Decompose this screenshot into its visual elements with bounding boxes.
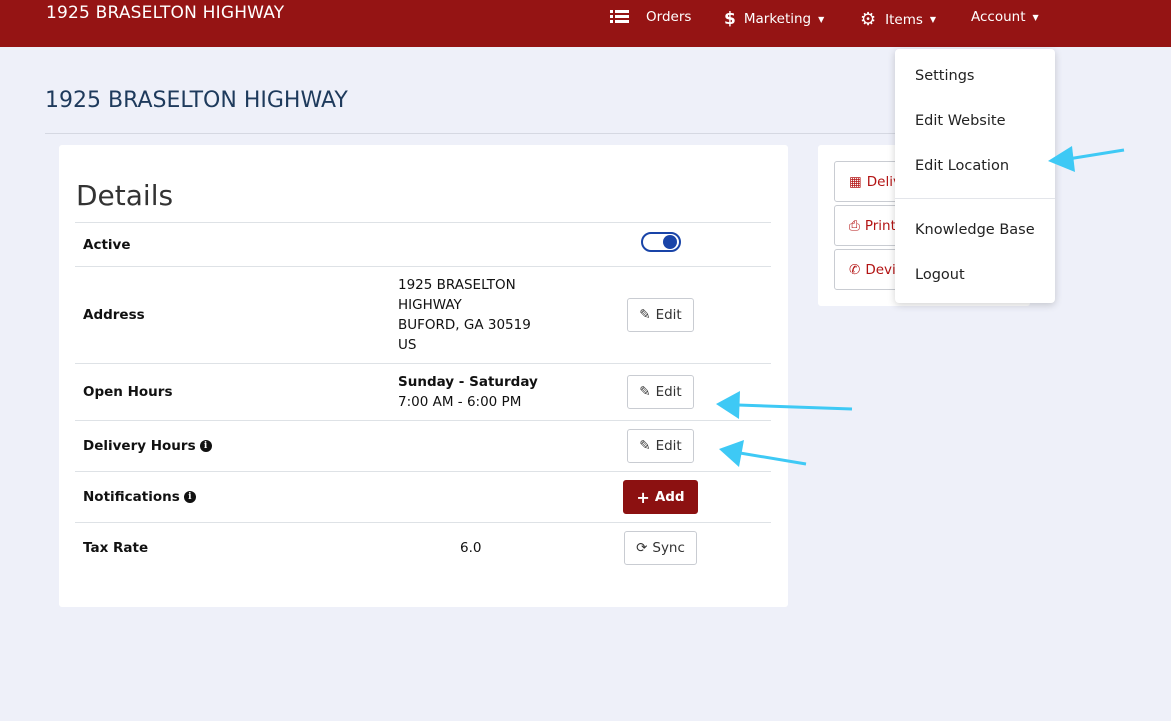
info-icon[interactable]: i (183, 491, 196, 503)
info-icon[interactable]: i (199, 440, 212, 452)
caret-down-icon: ▼ (1032, 12, 1039, 22)
tax-rate-label: Tax Rate (83, 540, 149, 556)
row-tax-rate: Tax Rate 6.0 ⟳ Sync (75, 522, 771, 572)
row-address: Address 1925 BRASELTON HIGHWAY BUFORD, G… (75, 266, 771, 363)
pencil-icon: ✎ (639, 384, 651, 400)
address-line: US (398, 337, 417, 353)
delivery-hours-label-wrap: Delivery Hours i (83, 438, 212, 454)
gear-icon: ⚙ (860, 9, 877, 30)
nav-marketing[interactable]: $ Marketing ▼ (724, 9, 824, 29)
sync-label: Sync (652, 540, 685, 556)
nav-marketing-label: Marketing (743, 11, 812, 27)
nav-account-label: Account (971, 9, 1026, 25)
details-heading: Details (76, 179, 174, 212)
address-line: BUFORD, GA 30519 (398, 317, 531, 333)
edit-open-hours-button[interactable]: ✎ Edit (627, 375, 694, 409)
nav-orders[interactable]: Orders (610, 9, 691, 25)
menu-item-knowledge-base[interactable]: Knowledge Base (915, 222, 1035, 238)
details-card: Details Active Address 1925 BRASELTON HI… (59, 145, 788, 607)
notifications-label: Notifications (83, 489, 180, 505)
menu-item-edit-website[interactable]: Edit Website (915, 113, 1006, 129)
open-hours-label: Open Hours (83, 384, 173, 400)
row-open-hours: Open Hours Sunday - Saturday 7:00 AM - 6… (75, 363, 771, 420)
edit-label: Edit (655, 438, 682, 454)
print-label: Print (864, 217, 896, 234)
nav-items-label: Items (885, 11, 923, 28)
top-navbar: 1925 BRASELTON HIGHWAY Orders $ Marketin… (0, 0, 1171, 47)
nav-account[interactable]: Account ▼ (971, 9, 1039, 25)
tax-rate-value: 6.0 (460, 540, 482, 556)
row-delivery-hours: Delivery Hours i ✎ Edit (75, 420, 771, 471)
open-hours-time: 7:00 AM - 6:00 PM (398, 394, 522, 410)
edit-delivery-hours-button[interactable]: ✎ Edit (627, 429, 694, 463)
nav-items[interactable]: ⚙ Items ▼ (860, 9, 936, 30)
menu-item-logout[interactable]: Logout (915, 267, 965, 283)
annotation-arrow (1048, 146, 1125, 172)
edit-address-button[interactable]: ✎ Edit (627, 298, 694, 332)
address-label: Address (83, 307, 145, 323)
caret-down-icon: ▼ (929, 15, 937, 24)
plus-icon: + (636, 487, 650, 507)
row-active: Active (75, 222, 771, 266)
dollar-icon: $ (724, 9, 736, 29)
add-notification-button[interactable]: + Add (623, 480, 698, 514)
address-line: 1925 BRASELTON (398, 277, 516, 293)
edit-label: Edit (655, 384, 682, 400)
printer-icon: ⎙ (849, 217, 860, 234)
address-value: 1925 BRASELTON HIGHWAY BUFORD, GA 30519 … (398, 275, 531, 355)
menu-item-settings[interactable]: Settings (915, 68, 974, 84)
add-label: Add (654, 489, 685, 505)
pencil-icon: ✎ (639, 307, 651, 323)
notifications-label-wrap: Notifications i (83, 489, 196, 505)
refresh-icon: ⟳ (636, 540, 648, 556)
title-divider (45, 133, 1030, 134)
menu-divider (895, 198, 1055, 199)
open-hours-days: Sunday - Saturday (398, 374, 538, 390)
toggle-knob (663, 235, 677, 249)
account-dropdown-menu: Settings Edit Website Edit Location Know… (895, 49, 1055, 303)
list-icon (610, 10, 630, 24)
caret-down-icon: ▼ (818, 14, 825, 24)
pencil-icon: ✎ (639, 438, 651, 454)
page-title: 1925 BRASELTON HIGHWAY (45, 88, 348, 113)
menu-item-edit-location[interactable]: Edit Location (915, 158, 1009, 174)
delivery-hours-label: Delivery Hours (83, 438, 196, 454)
edit-label: Edit (655, 307, 682, 323)
address-line: HIGHWAY (398, 297, 462, 313)
nav-orders-label: Orders (646, 9, 692, 25)
phone-icon: ✆ (849, 261, 861, 278)
row-notifications: Notifications i + Add (75, 471, 771, 522)
map-icon: ▦ (849, 173, 862, 190)
active-label: Active (83, 237, 131, 253)
open-hours-value: Sunday - Saturday 7:00 AM - 6:00 PM (398, 372, 538, 412)
brand-title[interactable]: 1925 BRASELTON HIGHWAY (46, 3, 284, 23)
sync-tax-button[interactable]: ⟳ Sync (624, 531, 697, 565)
active-toggle[interactable] (641, 232, 681, 252)
